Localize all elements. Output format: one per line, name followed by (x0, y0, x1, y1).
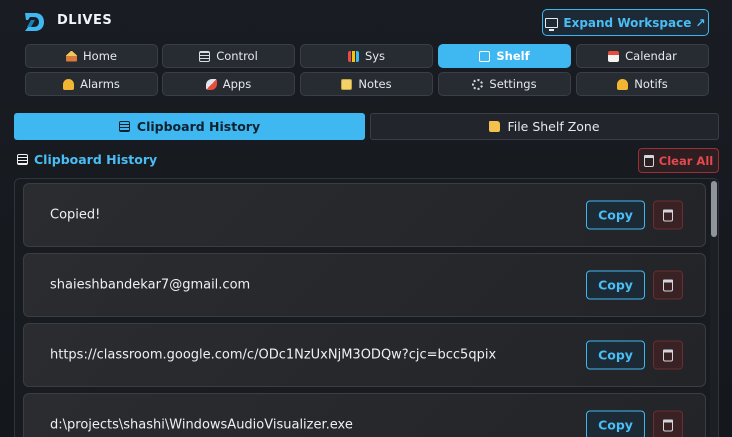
bar-chart-icon (347, 50, 359, 62)
app-logo-icon (25, 13, 44, 31)
clipboard-item-text: https://classroom.google.com/c/ODc1NzUxN… (50, 347, 497, 363)
rocket-icon (205, 78, 217, 90)
delete-button[interactable] (653, 340, 683, 370)
app-title: DLIVES (57, 13, 113, 28)
nav-calendar[interactable]: Calendar (576, 44, 709, 68)
trash-icon (663, 419, 673, 431)
nav-label: Home (83, 49, 117, 63)
nav-apps[interactable]: Apps (162, 72, 295, 96)
tab-file-shelf-zone[interactable]: File Shelf Zone (370, 113, 719, 140)
nav-label: Apps (222, 77, 252, 91)
bell-icon (617, 78, 629, 90)
copy-button[interactable]: Copy (586, 270, 645, 300)
nav-settings[interactable]: Settings (438, 72, 571, 96)
nav-label: Settings (489, 77, 537, 91)
control-panel-icon (199, 50, 211, 62)
delete-button[interactable] (653, 410, 683, 437)
nav-sys[interactable]: Sys (300, 44, 433, 68)
nav-notes[interactable]: Notes (300, 72, 433, 96)
clipboard-item-text: shaieshbandekar7@gmail.com (50, 277, 251, 293)
clear-all-label: Clear All (658, 153, 714, 168)
delete-button[interactable] (653, 270, 683, 300)
clipboard-item: https://classroom.google.com/c/ODc1NzUxN… (23, 323, 706, 387)
nav-label: Notes (358, 77, 392, 91)
scrollbar-thumb[interactable] (711, 181, 717, 237)
section-title-label: Clipboard History (34, 152, 158, 167)
tab-label: File Shelf Zone (507, 119, 600, 134)
clear-all-button[interactable]: Clear All (638, 148, 719, 173)
trash-icon (663, 209, 673, 221)
nav-label: Sys (364, 49, 386, 63)
nav-label: Notifs (634, 77, 668, 91)
copy-button[interactable]: Copy (586, 410, 645, 437)
nav-label: Calendar (625, 49, 677, 63)
clipboard-item: d:\projects\shashi\WindowsAudioVisualize… (23, 393, 706, 437)
clipboard-item: shaieshbandekar7@gmail.com Copy (23, 253, 706, 317)
nav-label: Alarms (80, 77, 120, 91)
expand-workspace-label: Expand Workspace ↗ (563, 15, 706, 30)
monitor-icon (545, 17, 559, 31)
bell-icon (63, 78, 75, 90)
nav-control[interactable]: Control (162, 44, 295, 68)
nav-label: Shelf (496, 49, 530, 63)
notepad-icon (341, 78, 353, 90)
header: DLIVES Expand Workspace ↗ (0, 0, 732, 44)
trash-icon (663, 349, 673, 361)
clipboard-item: Copied! Copy (23, 183, 706, 247)
nav-shelf[interactable]: Shelf (438, 44, 571, 68)
app-window: DLIVES Expand Workspace ↗ Home Control S… (0, 0, 732, 437)
nav-home[interactable]: Home (25, 44, 158, 68)
home-icon (66, 50, 78, 62)
delete-button[interactable] (653, 200, 683, 230)
copy-button[interactable]: Copy (586, 340, 645, 370)
trash-icon (663, 279, 673, 291)
clipboard-icon (479, 50, 491, 62)
tab-clipboard-history[interactable]: Clipboard History (14, 113, 365, 140)
section-title: Clipboard History (17, 152, 157, 167)
nav-label: Control (216, 49, 258, 63)
clipboard-item-text: Copied! (50, 207, 101, 223)
trash-icon (643, 154, 654, 167)
clipboard-icon (17, 154, 28, 165)
copy-button[interactable]: Copy (586, 200, 645, 230)
nav-alarms[interactable]: Alarms (25, 72, 158, 96)
clipboard-item-text: d:\projects\shashi\WindowsAudioVisualize… (50, 417, 353, 433)
folder-icon (489, 121, 501, 132)
clipboard-icon (118, 121, 130, 132)
calendar-icon (608, 50, 620, 62)
scrollbar[interactable] (710, 180, 718, 437)
nav-notifs[interactable]: Notifs (576, 72, 709, 96)
clipboard-list: Copied! Copy shaieshbandekar7@gmail.com … (14, 178, 719, 437)
tab-label: Clipboard History (136, 119, 261, 134)
gear-icon (472, 78, 484, 90)
expand-workspace-button[interactable]: Expand Workspace ↗ (542, 9, 709, 36)
